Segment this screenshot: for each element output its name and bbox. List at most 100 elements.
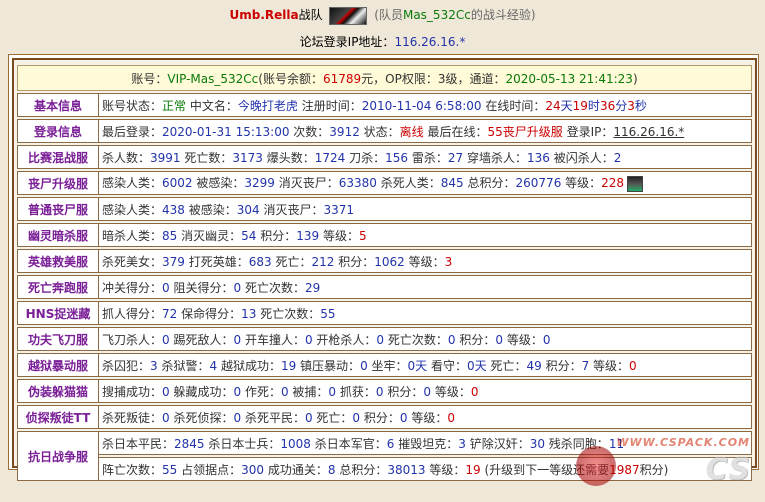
stats-row: 英雄救美服 杀死美女：379 打死英雄：683 死亡：212 积分：1062 等级… bbox=[17, 249, 752, 273]
stat-label: 杀日本平民： bbox=[102, 436, 175, 451]
server-tab[interactable]: 丧尸升级服 bbox=[17, 171, 99, 195]
stat-value: 2020-01-31 15:13:00 bbox=[162, 124, 290, 139]
server-tab[interactable]: 基本信息 bbox=[17, 93, 99, 117]
stat-value: 今晚打老虎 bbox=[237, 98, 298, 113]
stat-label: 注册时间： bbox=[297, 98, 362, 113]
stat-label: 保命得分： bbox=[177, 306, 242, 321]
server-tab[interactable]: HNS捉迷藏 bbox=[17, 301, 99, 325]
server-tab[interactable]: 登录信息 bbox=[17, 119, 99, 143]
stat-label: 暗杀人类： bbox=[102, 228, 163, 243]
stats-row: 越狱暴动服 杀囚犯：3 杀狱警：4 越狱成功：19 镇压暴动：0 坐牢：0天 看守… bbox=[17, 353, 752, 377]
server-tab[interactable]: 越狱暴动服 bbox=[17, 353, 99, 377]
stats-row: 登录信息 最后登录：2020-01-31 15:13:00 次数：3912 状态：… bbox=[17, 119, 752, 143]
stats-row: 侦探叛徒TT 杀死叛徒：0 杀死侦探：0 杀死平民：0 死亡：0 积分：0 等级：… bbox=[17, 405, 752, 429]
stats-values: 感染人类：6002 被感染：3299 消灭丧尸：63380 杀死人类：845 总… bbox=[99, 171, 752, 195]
server-tab[interactable]: 抗日战争服 bbox=[17, 431, 99, 481]
stat-label: 镇压暴动： bbox=[296, 358, 361, 373]
stat-label: 死亡： bbox=[312, 410, 353, 425]
stat-value: 3991 bbox=[150, 150, 181, 165]
stat-label: 躲藏成功： bbox=[169, 384, 234, 399]
stats-row: 阵亡次数：55 占领据点：300 成功通关：8 总积分：38013 等级：19 … bbox=[17, 457, 752, 481]
stat-value: 1724 bbox=[314, 150, 346, 165]
stat-label: 踢死敌人： bbox=[169, 332, 234, 347]
stat-label: 杀死侦探： bbox=[169, 410, 234, 425]
balance-unit: 元，OP权限： bbox=[361, 71, 438, 86]
stat-value: 1008 bbox=[280, 436, 311, 451]
stat-value: 2010-11-04 6:58:00 bbox=[361, 98, 482, 113]
server-tab[interactable]: 普通丧尸服 bbox=[17, 197, 99, 221]
stat-label: 状态： bbox=[359, 124, 400, 139]
stats-values: 抓人得分：72 保命得分：13 死亡次数：55 bbox=[99, 301, 752, 325]
op-level: 3级 bbox=[437, 71, 458, 86]
stat-value: 1987 bbox=[609, 462, 640, 477]
server-tab[interactable]: 幽灵暗杀服 bbox=[17, 223, 99, 247]
stat-label: 积分： bbox=[256, 228, 297, 243]
stat-label: 冲关得分： bbox=[102, 280, 163, 295]
stat-value: 5 bbox=[358, 228, 367, 243]
server-tab[interactable]: 功夫飞刀服 bbox=[17, 327, 99, 351]
stat-value: 683 bbox=[248, 254, 272, 269]
stat-value: 2845 bbox=[174, 436, 205, 451]
stat-value: 0 bbox=[423, 384, 431, 399]
server-tab[interactable]: 死亡奔跑服 bbox=[17, 275, 99, 299]
stat-value: 13 bbox=[241, 306, 257, 321]
stat-value: 0 bbox=[233, 280, 242, 295]
server-tab[interactable]: 伪装躲猫猫 bbox=[17, 379, 99, 403]
stat-label: 杀死平民： bbox=[241, 410, 305, 425]
forum-ip-line: 论坛登录IP地址：116.26.16.* bbox=[0, 33, 765, 50]
stats-row: 功夫飞刀服 飞刀杀人：0 踢死敌人：0 开车撞人：0 开枪杀人：0 死亡次数：0 … bbox=[17, 327, 752, 351]
stat-label: 阵亡次数： bbox=[102, 462, 163, 477]
stat-label: 账号状态： bbox=[102, 98, 163, 113]
stat-value: 天 bbox=[560, 98, 573, 113]
stat-value: 55 bbox=[162, 462, 178, 477]
stat-label: 杀人数： bbox=[102, 150, 151, 165]
forum-ip-value: 116.26.16.* bbox=[394, 35, 466, 49]
stat-value: 136 bbox=[526, 150, 550, 165]
stat-label: 感染人类： bbox=[102, 202, 163, 217]
team-name[interactable]: Umb.Rella bbox=[230, 8, 299, 22]
login-ip-link[interactable]: 116.26.16.* bbox=[613, 125, 684, 139]
stats-table: 账号：VIP-Mas_532Cc(账号余额：61789元，OP权限：3级，通道：… bbox=[17, 63, 752, 483]
stat-value: 260776 bbox=[515, 176, 562, 191]
stat-label: 刀杀： bbox=[345, 150, 386, 165]
stat-label: 雷杀： bbox=[408, 150, 448, 165]
stats-values: 杀日本平民：2845 杀日本士兵：1008 杀日本军官：6 摧毁坦克：3 铲除汉… bbox=[99, 431, 752, 455]
stat-value: 228 bbox=[601, 176, 625, 191]
account-close: ) bbox=[632, 71, 638, 86]
stat-value: 55丧尸升级服 bbox=[487, 124, 563, 139]
player-avatar-icon bbox=[627, 175, 644, 192]
server-tab[interactable]: 侦探叛徒TT bbox=[17, 405, 99, 429]
stat-value: 36 bbox=[599, 98, 616, 113]
stat-value: 19 bbox=[572, 98, 588, 113]
stat-value: 379 bbox=[162, 254, 185, 269]
stat-value: 212 bbox=[311, 254, 335, 269]
stat-label: 搜捕成功： bbox=[102, 384, 163, 399]
stat-label: 等级： bbox=[407, 410, 448, 425]
stat-value: 19 bbox=[465, 462, 481, 477]
stat-label: 最后在线： bbox=[423, 124, 488, 139]
server-tab[interactable]: 英雄救美服 bbox=[17, 249, 99, 273]
stat-label: 飞刀杀人： bbox=[102, 332, 163, 347]
stat-label: 抓人得分： bbox=[102, 306, 163, 321]
page-header: Umb.Rella战队 (队员Mas_532Cc的战斗经验) 论坛登录IP地址：… bbox=[0, 0, 765, 56]
stats-values: 感染人类：438 被感染：304 消灭丧尸：3371 bbox=[99, 197, 752, 221]
stats-values: 冲关得分：0 阻关得分：0 死亡次数：29 bbox=[99, 275, 752, 299]
stats-row: HNS捉迷藏 抓人得分：72 保命得分：13 死亡次数：55 bbox=[17, 301, 752, 325]
stat-value: 6002 bbox=[162, 176, 193, 191]
stat-value: 4 bbox=[209, 358, 218, 373]
server-tab[interactable]: 比赛混战服 bbox=[17, 145, 99, 169]
stat-value: 139 bbox=[296, 228, 320, 243]
account-balance: 61789 bbox=[322, 71, 362, 86]
stat-value: 85 bbox=[162, 228, 178, 243]
stat-value: 845 bbox=[440, 176, 464, 191]
stats-values: 最后登录：2020-01-31 15:13:00 次数：3912 状态：离线 最… bbox=[99, 119, 752, 143]
stat-value: 0 bbox=[233, 384, 242, 399]
stat-value: 0 bbox=[328, 384, 337, 399]
stat-value: 0 bbox=[360, 358, 368, 373]
stat-label: 杀狱警： bbox=[157, 358, 210, 373]
stat-value: 300 bbox=[241, 462, 265, 477]
stat-value: 3173 bbox=[232, 150, 263, 165]
stat-label: 看守： bbox=[427, 358, 467, 373]
stat-value: 0 bbox=[280, 384, 289, 399]
stat-value: 72 bbox=[162, 306, 178, 321]
